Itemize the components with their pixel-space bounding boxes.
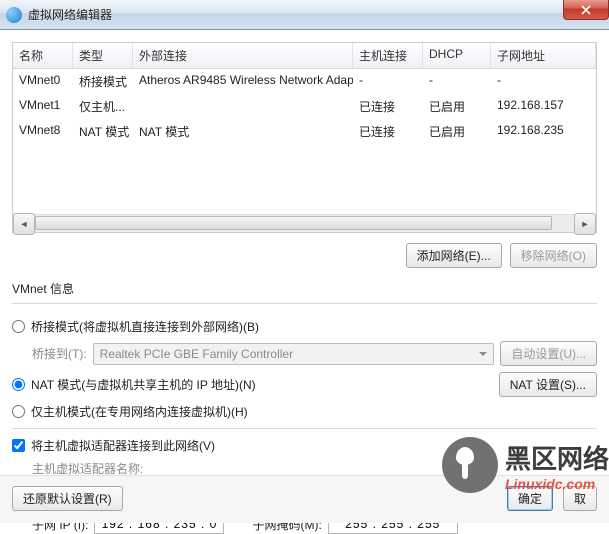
nat-radio[interactable] <box>12 378 25 391</box>
th-dhcp[interactable]: DHCP <box>423 43 491 68</box>
connect-host-checkbox[interactable] <box>12 439 25 452</box>
hostonly-radio[interactable] <box>12 405 25 418</box>
th-host[interactable]: 主机连接 <box>353 43 423 68</box>
cell-subnet: 192.168.157 <box>491 96 596 117</box>
cell-name: VMnet8 <box>13 121 73 142</box>
cell-external: Atheros AR9485 Wireless Network Adapter <box>133 71 353 92</box>
app-icon <box>6 7 22 23</box>
cell-host: 已连接 <box>353 121 423 142</box>
cell-dhcp: - <box>423 71 491 92</box>
cell-host: 已连接 <box>353 96 423 117</box>
th-name[interactable]: 名称 <box>13 43 73 68</box>
cell-type: 桥接模式 <box>73 71 133 92</box>
table-row[interactable]: VMnet1 仅主机... 已连接 已启用 192.168.157 <box>13 94 596 119</box>
cell-type: 仅主机... <box>73 96 133 117</box>
network-table: 名称 类型 外部连接 主机连接 DHCP 子网地址 VMnet0 桥接模式 At… <box>12 42 597 233</box>
cancel-button[interactable]: 取 <box>563 486 597 511</box>
cell-dhcp: 已启用 <box>423 121 491 142</box>
bridge-adapter-value: Realtek PCIe GBE Family Controller <box>100 347 293 361</box>
cell-subnet: - <box>491 71 596 92</box>
table-row[interactable]: VMnet8 NAT 模式 NAT 模式 已连接 已启用 192.168.235 <box>13 119 596 144</box>
table-body: VMnet0 桥接模式 Atheros AR9485 Wireless Netw… <box>13 69 596 214</box>
scroll-track[interactable] <box>35 216 574 232</box>
restore-defaults-button[interactable]: 还原默认设置(R) <box>12 486 123 511</box>
close-button[interactable] <box>563 0 609 20</box>
ok-button[interactable]: 确定 <box>507 486 553 511</box>
window-title: 虚拟网络编辑器 <box>28 6 112 23</box>
table-row[interactable]: VMnet0 桥接模式 Atheros AR9485 Wireless Netw… <box>13 69 596 94</box>
cell-external <box>133 96 353 117</box>
close-icon <box>581 5 591 15</box>
nat-radio-label: NAT 模式(与虚拟机共享主机的 IP 地址)(N) <box>31 376 256 393</box>
titlebar: 虚拟网络编辑器 <box>0 0 609 30</box>
cell-dhcp: 已启用 <box>423 96 491 117</box>
scroll-thumb[interactable] <box>35 216 552 230</box>
cell-name: VMnet1 <box>13 96 73 117</box>
cell-type: NAT 模式 <box>73 121 133 142</box>
auto-settings-button[interactable]: 自动设置(U)... <box>500 341 597 366</box>
bridge-radio[interactable] <box>12 320 25 333</box>
cell-name: VMnet0 <box>13 71 73 92</box>
nat-settings-button[interactable]: NAT 设置(S)... <box>499 372 597 397</box>
scroll-right-button[interactable]: ► <box>574 213 596 235</box>
bridge-to-label: 桥接到(T): <box>32 345 87 362</box>
cell-subnet: 192.168.235 <box>491 121 596 142</box>
bridge-radio-label: 桥接模式(将虚拟机直接连接到外部网络)(B) <box>31 318 259 335</box>
hostonly-radio-label: 仅主机模式(在专用网络内连接虚拟机)(H) <box>31 403 248 420</box>
th-type[interactable]: 类型 <box>73 43 133 68</box>
add-network-button[interactable]: 添加网络(E)... <box>406 243 502 268</box>
th-subnet[interactable]: 子网地址 <box>491 43 596 68</box>
bridge-adapter-select[interactable]: Realtek PCIe GBE Family Controller <box>93 343 495 365</box>
dialog-footer: 还原默认设置(R) 确定 取 <box>0 475 609 523</box>
vmnet-info-label: VMnet 信息 <box>12 280 597 297</box>
horizontal-scrollbar[interactable]: ◄ ► <box>13 214 596 232</box>
remove-network-button[interactable]: 移除网络(O) <box>510 243 597 268</box>
th-external[interactable]: 外部连接 <box>133 43 353 68</box>
scroll-left-button[interactable]: ◄ <box>13 213 35 235</box>
connect-host-label: 将主机虚拟适配器连接到此网络(V) <box>31 437 215 454</box>
cell-host: - <box>353 71 423 92</box>
cell-external: NAT 模式 <box>133 121 353 142</box>
table-header: 名称 类型 外部连接 主机连接 DHCP 子网地址 <box>13 43 596 69</box>
